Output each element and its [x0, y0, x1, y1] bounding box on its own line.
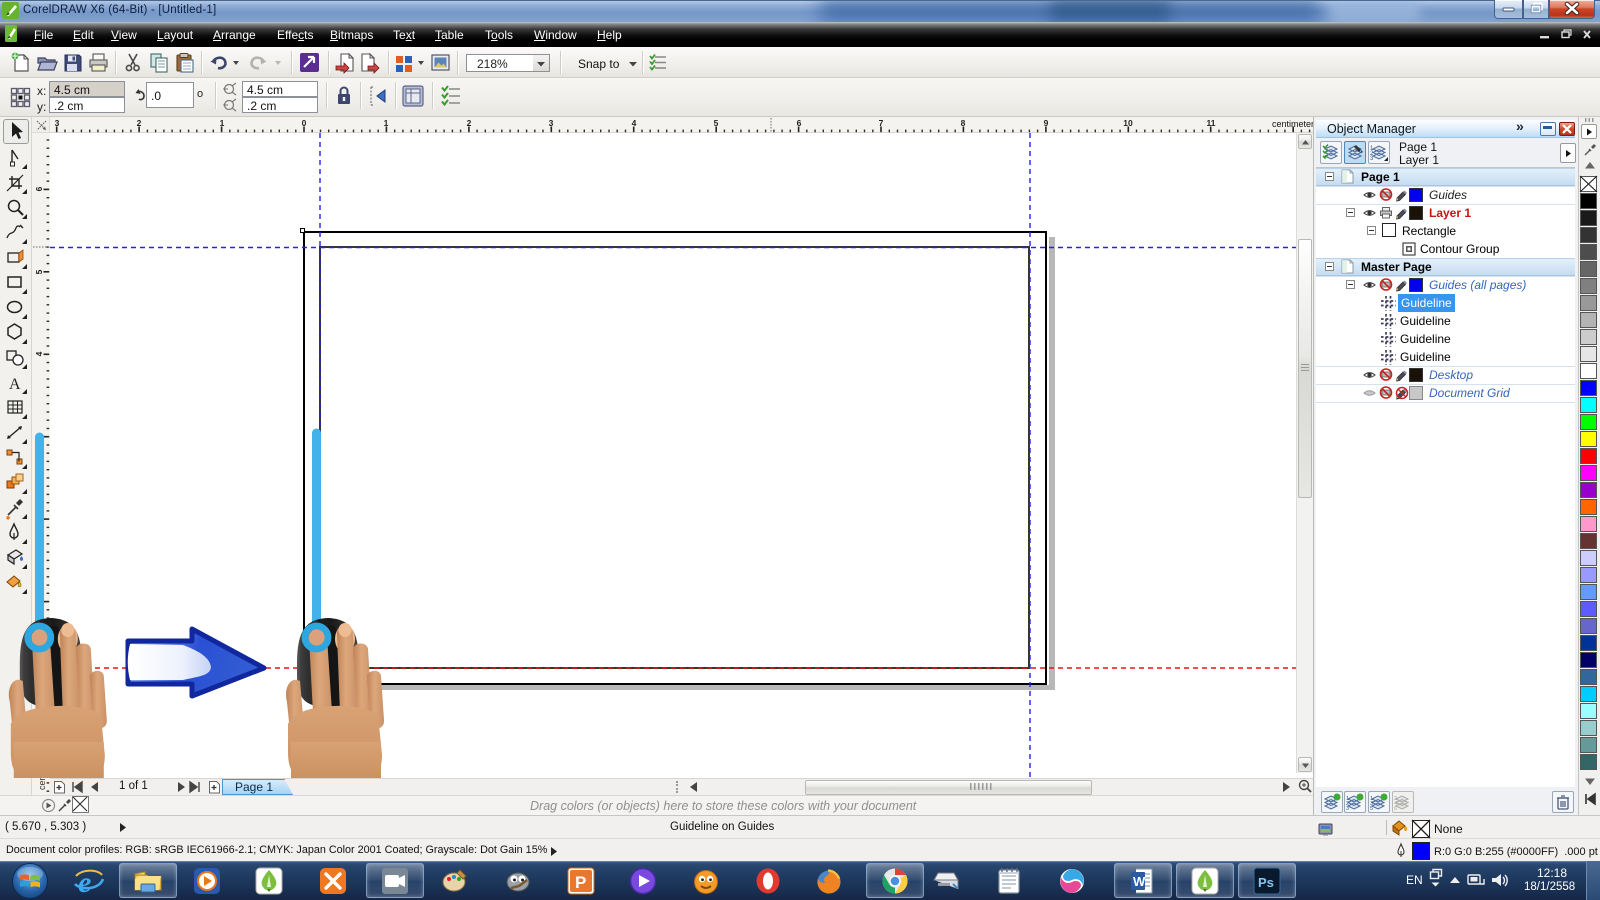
svg-text:2: 2 — [137, 118, 142, 128]
svg-text:5: 5 — [714, 118, 719, 128]
svg-text:11: 11 — [1207, 118, 1216, 128]
svg-text:P: P — [575, 873, 586, 892]
svg-text:0: 0 — [302, 118, 307, 128]
svg-text:centimeters: centimeters — [1272, 119, 1319, 129]
svg-text:1: 1 — [384, 118, 389, 128]
svg-text:7: 7 — [879, 118, 884, 128]
svg-text:6: 6 — [797, 118, 802, 128]
svg-text:Ps: Ps — [1258, 875, 1274, 890]
svg-text:3: 3 — [1346, 806, 1349, 812]
svg-text:4: 4 — [632, 118, 637, 128]
svg-text:10: 10 — [1123, 118, 1133, 128]
svg-text:3: 3 — [55, 118, 60, 128]
svg-text:8: 8 — [961, 118, 966, 128]
svg-text:3: 3 — [549, 118, 554, 128]
svg-text:2: 2 — [467, 118, 472, 128]
svg-text:6: 6 — [1394, 806, 1397, 812]
svg-text:9: 9 — [1044, 118, 1049, 128]
svg-text:3: 3 — [1370, 156, 1374, 162]
svg-text:5: 5 — [1370, 806, 1373, 812]
svg-text:1: 1 — [220, 118, 225, 128]
svg-text:W: W — [1133, 874, 1146, 889]
